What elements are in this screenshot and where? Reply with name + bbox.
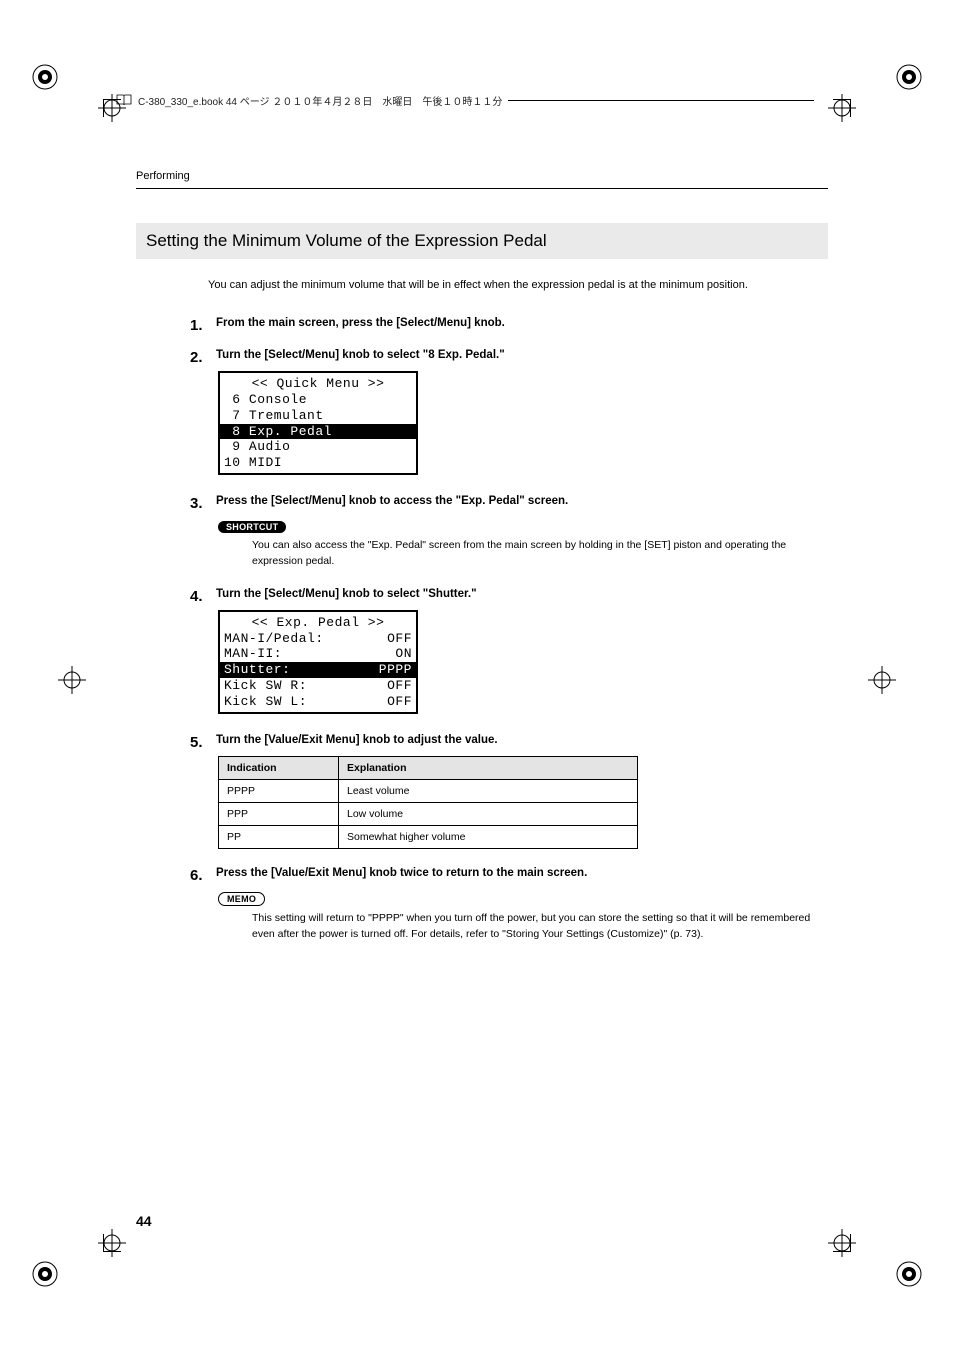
imposition-header: C-380_330_e.book 44 ページ ２０１０年４月２８日 水曜日 午…: [116, 93, 814, 107]
table-cell: Low volume: [339, 802, 638, 825]
table-header-explanation: Explanation: [339, 756, 638, 779]
lcd-title: << Quick Menu >>: [220, 376, 416, 392]
lcd-quick-menu: << Quick Menu >> 6 Console 7 Tremulant 8…: [218, 371, 418, 475]
lcd-exp-pedal: << Exp. Pedal >>MAN-I/Pedal:OFFMAN-II:ON…: [218, 610, 418, 714]
book-icon: [116, 94, 132, 106]
memo-text: This setting will return to "PPPP" when …: [252, 910, 828, 943]
step-number: 1.: [190, 317, 206, 339]
imposition-text: C-380_330_e.book 44 ページ ２０１０年４月２８日 水曜日 午…: [138, 93, 502, 108]
lcd-title: << Exp. Pedal >>: [220, 615, 416, 631]
step-1: 1. From the main screen, press the [Sele…: [190, 317, 828, 339]
registration-mark-icon: [890, 58, 928, 96]
step-text: Turn the [Select/Menu] knob to select "S…: [216, 588, 828, 600]
step-5: 5. Turn the [Value/Exit Menu] knob to ad…: [190, 734, 828, 849]
lcd-row: MAN-II:ON: [220, 646, 416, 662]
step-text: Turn the [Select/Menu] knob to select "8…: [216, 349, 828, 361]
crosshair-icon: [98, 1229, 126, 1257]
table-cell: Somewhat higher volume: [339, 825, 638, 848]
table-cell: PPP: [219, 802, 339, 825]
registration-mark-icon: [26, 1255, 64, 1293]
divider: [136, 188, 828, 189]
table-cell: PPPP: [219, 779, 339, 802]
running-head: Performing: [136, 170, 828, 182]
crosshair-icon: [868, 666, 896, 694]
shortcut-label: SHORTCUT: [218, 521, 286, 533]
step-text: Press the [Value/Exit Menu] knob twice t…: [216, 867, 828, 879]
table-row: PPSomewhat higher volume: [219, 825, 638, 848]
step-text: From the main screen, press the [Select/…: [216, 317, 828, 329]
step-2: 2. Turn the [Select/Menu] knob to select…: [190, 349, 828, 481]
step-number: 3.: [190, 495, 206, 570]
lcd-row: MAN-I/Pedal:OFF: [220, 631, 416, 647]
intro-text: You can adjust the minimum volume that w…: [208, 279, 828, 291]
lcd-row: 10 MIDI: [220, 455, 416, 471]
value-table: Indication Explanation PPPPLeast volumeP…: [218, 756, 638, 849]
step-6: 6. Press the [Value/Exit Menu] knob twic…: [190, 867, 828, 943]
table-cell: Least volume: [339, 779, 638, 802]
step-number: 2.: [190, 349, 206, 481]
lcd-row: 6 Console: [220, 392, 416, 408]
step-4: 4. Turn the [Select/Menu] knob to select…: [190, 588, 828, 720]
registration-mark-icon: [26, 58, 64, 96]
step-text: Turn the [Value/Exit Menu] knob to adjus…: [216, 734, 828, 746]
lcd-row: Kick SW L:OFF: [220, 694, 416, 710]
memo-label: MEMO: [218, 892, 265, 906]
crosshair-icon: [828, 1229, 856, 1257]
registration-mark-icon: [890, 1255, 928, 1293]
step-number: 6.: [190, 867, 206, 943]
crosshair-icon: [58, 666, 86, 694]
step-3: 3. Press the [Select/Menu] knob to acces…: [190, 495, 828, 570]
section-title: Setting the Minimum Volume of the Expres…: [136, 223, 828, 259]
lcd-row: Shutter:PPPP: [220, 662, 416, 678]
step-number: 5.: [190, 734, 206, 849]
table-row: PPPPLeast volume: [219, 779, 638, 802]
shortcut-text: You can also access the "Exp. Pedal" scr…: [252, 537, 828, 570]
step-number: 4.: [190, 588, 206, 720]
step-text: Press the [Select/Menu] knob to access t…: [216, 495, 828, 507]
page-number: 44: [136, 1213, 152, 1229]
lcd-row: Kick SW R:OFF: [220, 678, 416, 694]
lcd-row: 7 Tremulant: [220, 408, 416, 424]
crosshair-icon: [828, 94, 856, 122]
table-row: PPPLow volume: [219, 802, 638, 825]
lcd-row: 9 Audio: [220, 439, 416, 455]
table-header-indication: Indication: [219, 756, 339, 779]
lcd-row: 8 Exp. Pedal: [220, 424, 416, 440]
table-cell: PP: [219, 825, 339, 848]
